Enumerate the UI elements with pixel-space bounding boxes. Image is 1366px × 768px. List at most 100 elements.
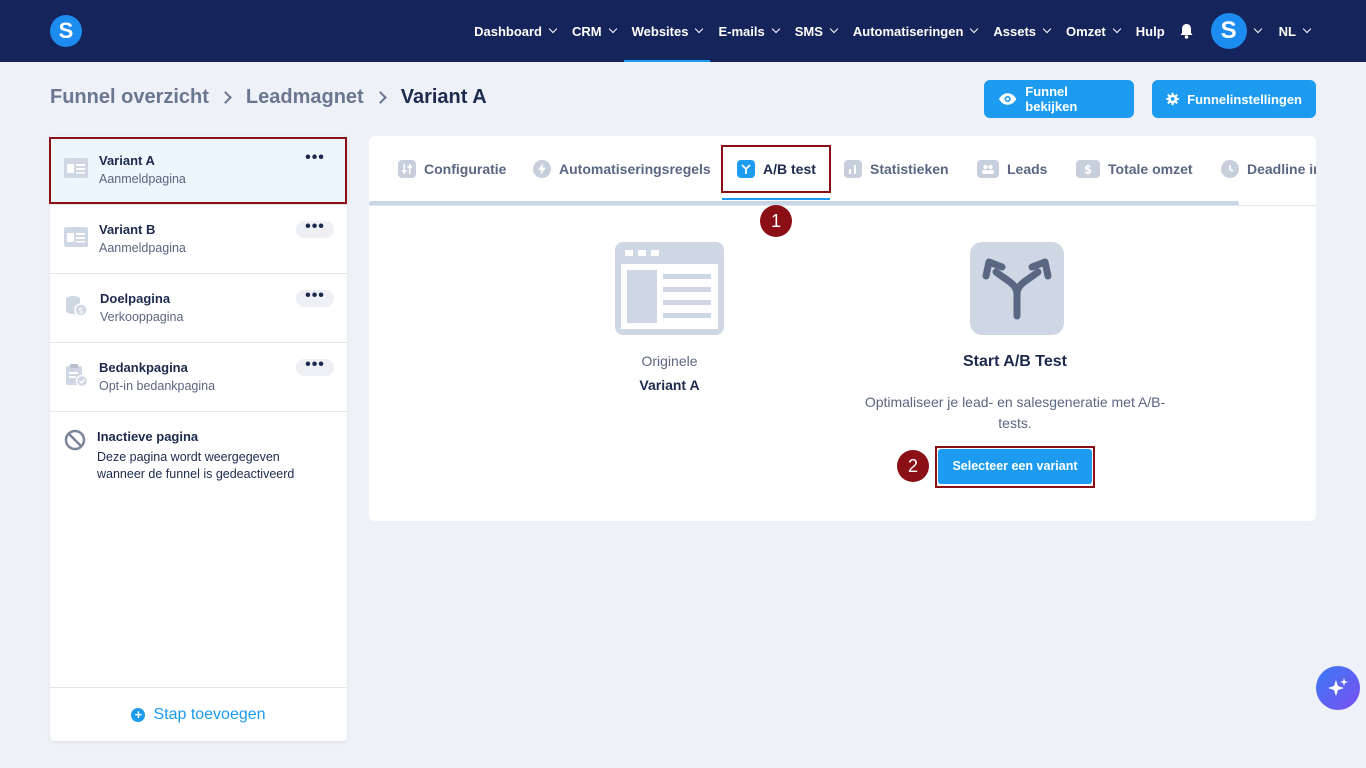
ab-test-description: Optimaliseer je lead- en salesgeneratie … [864,394,1166,431]
chevron-down-icon [970,24,979,34]
inactive-page-title: Inactieve pagina [97,429,199,444]
tab-label: Deadline in [1247,161,1316,177]
chevron-down-icon [608,24,617,34]
top-navigation-bar: S Dashboard CRM Websites E-mails SMS Aut… [0,0,1366,62]
page-form-icon [64,227,88,247]
nav-automatiseringen[interactable]: Automatiseringen [845,0,986,62]
tab-statistieken[interactable]: Statistieken [844,136,949,202]
tab-deadline[interactable]: Deadline in [1221,136,1316,202]
step-title: Variant A [99,153,155,168]
more-options-button[interactable]: ••• [296,288,334,307]
step-number-badge: 2 [897,450,929,482]
original-label: Originele [641,353,698,369]
dollar-icon: $ [1076,160,1100,178]
chevron-down-icon [1302,24,1312,34]
nav-hulp[interactable]: Hulp [1128,0,1173,62]
nav-dashboard[interactable]: Dashboard [466,0,564,62]
sliders-icon [398,160,416,178]
step-title: Variant B [99,222,156,237]
breadcrumb-funnel-overview[interactable]: Funnel overzicht [50,86,209,109]
chevron-down-icon [1042,24,1052,34]
chevron-right-icon [373,91,387,104]
tab-ab-test[interactable]: A/B test [737,136,816,202]
original-page-icon [615,242,724,335]
tab-label: Totale omzet [1108,161,1193,177]
select-variant-button[interactable]: Selecteer een variant [938,449,1092,484]
step-title: Bedankpagina [99,360,188,375]
clock-icon [1221,160,1239,178]
nav-crm-label: CRM [572,23,602,39]
tab-configuratie[interactable]: Configuratie [398,136,506,202]
more-options-button[interactable]: ••• [296,219,334,238]
svg-text:$: $ [78,307,84,317]
chevron-down-icon [548,24,558,34]
tab-totale-omzet[interactable]: $ Totale omzet [1076,136,1193,202]
nav-assets[interactable]: Assets [985,0,1058,62]
tabs-scrollbar[interactable] [369,201,1239,205]
chevron-down-icon[interactable] [1253,24,1262,34]
chevron-right-icon [219,91,232,104]
tab-leads[interactable]: Leads [977,136,1047,202]
tab-label: A/B test [763,161,816,177]
tab-label: Automatiseringsregels [559,161,711,177]
avatar[interactable]: S [1210,13,1247,49]
page-form-icon [64,158,88,178]
tab-label: Statistieken [870,161,949,177]
step-title: Doelpagina [100,291,171,306]
nav-omzet[interactable]: Omzet [1058,0,1128,62]
step-number-badge: 1 [760,205,792,237]
nav-dashboard-label: Dashboard [474,23,542,39]
coins-icon: $ [66,296,88,317]
view-funnel-button[interactable]: Funnel bekijken [984,80,1134,118]
nav-crm[interactable]: CRM [564,0,624,62]
tab-automatiseringsregels[interactable]: Automatiseringsregels [533,136,711,202]
chevron-down-icon [1112,24,1122,34]
nav-websites-label: Websites [631,23,689,39]
more-options-button[interactable]: ••• [296,357,334,376]
main-nav: Dashboard CRM Websites E-mails SMS Autom… [466,0,1318,62]
nav-websites[interactable]: Websites [623,0,711,62]
language-selector[interactable]: NL [1271,0,1318,62]
plus-circle-icon: + [131,707,146,722]
language-label: NL [1278,23,1296,39]
nav-sms-label: SMS [794,23,823,39]
step-subtitle: Aanmeldpagina [99,172,186,186]
tab-label: Leads [1007,161,1048,177]
nav-sms[interactable]: SMS [787,0,845,62]
chevron-down-icon [771,24,780,34]
step-variant-b[interactable]: Variant B Aanmeldpagina ••• [50,205,347,274]
funnel-steps-sidebar: Variant A Aanmeldpagina ••• Variant B Aa… [50,136,347,741]
step-subtitle: Opt-in bedankpagina [99,379,216,393]
inactive-page-item[interactable]: Inactieve pagina Deze pagina wordt weerg… [50,413,347,493]
bar-chart-icon [844,160,862,178]
ai-assistant-button[interactable] [1316,666,1360,710]
funnel-settings-button[interactable]: Funnelinstellingen [1152,80,1316,118]
nav-emails[interactable]: E-mails [710,0,786,62]
clipboard-check-icon [66,364,88,387]
bell-icon[interactable] [1179,23,1195,39]
step-doelpagina[interactable]: $ Doelpagina Verkooppagina ••• [50,274,347,343]
step-variant-a[interactable]: Variant A Aanmeldpagina ••• [50,136,347,205]
nav-automatiseringen-label: Automatiseringen [852,23,964,39]
step-subtitle: Verkooppagina [100,310,184,324]
inactive-page-description: Deze pagina wordt weergegeven wanneer de… [97,450,295,481]
tab-label: Configuratie [424,161,507,177]
prohibited-icon [64,429,86,451]
more-options-button[interactable]: ••• [296,150,334,169]
step-bedankpagina[interactable]: Bedankpagina Opt-in bedankpagina ••• [50,343,347,412]
step-subtitle: Aanmeldpagina [99,241,186,255]
gear-icon [1166,92,1179,106]
breadcrumb-current: Variant A [400,86,487,108]
ab-test-card: Configuratie Automatiseringsregels A/B t… [369,136,1316,521]
users-icon [977,160,999,178]
add-step-label: Stap toevoegen [153,705,266,723]
svg-text:$: $ [1084,163,1092,175]
app-logo[interactable]: S [50,15,82,47]
chevron-down-icon [695,24,704,34]
breadcrumb-leadmagnet[interactable]: Leadmagnet [246,86,364,109]
chevron-down-icon [829,24,839,34]
nav-omzet-label: Omzet [1066,23,1106,39]
add-step-button[interactable]: + Stap toevoegen [50,687,347,741]
step-tabs: Configuratie Automatiseringsregels A/B t… [369,136,1316,206]
original-variant-name: Variant A [639,377,700,393]
